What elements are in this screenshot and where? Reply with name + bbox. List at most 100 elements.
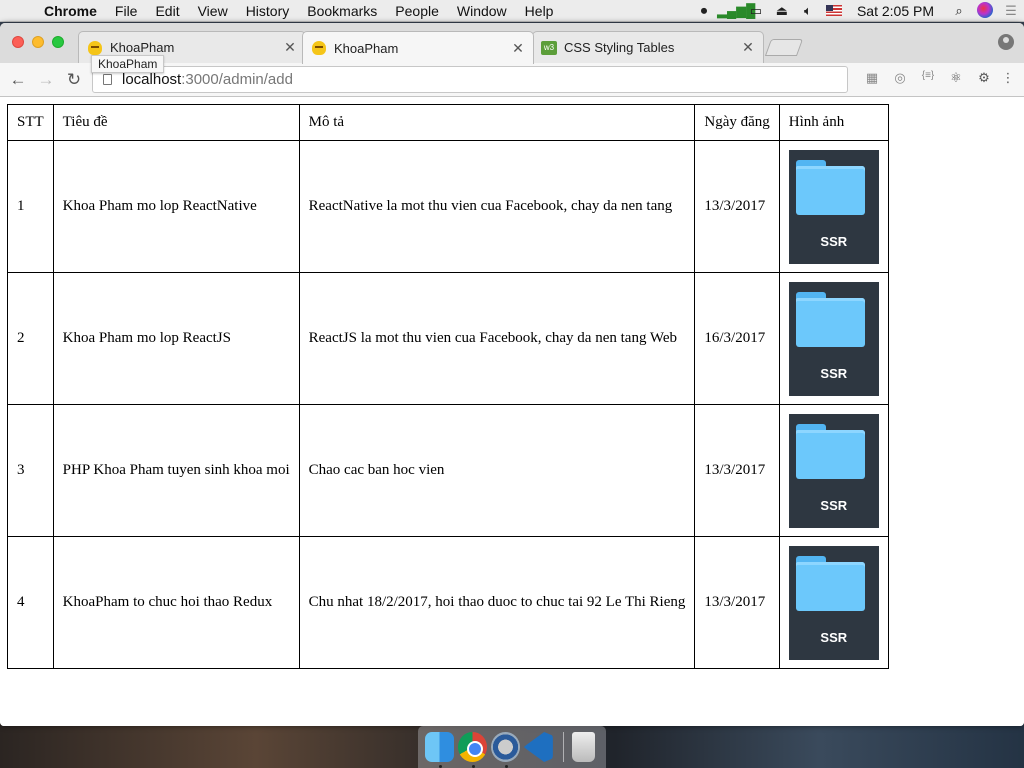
- w3schools-favicon-icon: w3: [541, 40, 557, 56]
- folder-icon: [795, 561, 865, 611]
- page-content: STT Tiêu đề Mô tả Ngày đăng Hình ảnh 1 K…: [0, 97, 1024, 726]
- tab-css-styling-tables[interactable]: w3 CSS Styling Tables ✕: [532, 31, 764, 63]
- thumbnail-label: SSR: [820, 497, 848, 513]
- menu-help[interactable]: Help: [516, 0, 563, 22]
- tab-title: CSS Styling Tables: [564, 40, 675, 55]
- menu-bar: Chrome File Edit View History Bookmarks …: [0, 0, 1024, 22]
- table-row: 2 Khoa Pham mo lop ReactJS ReactJS la mo…: [7, 272, 889, 405]
- menu-window[interactable]: Window: [448, 0, 516, 22]
- page-info-icon[interactable]: [103, 74, 112, 85]
- extension-icons: ▦ ◎ {≡} ⚛ ⚙ ⋮: [858, 70, 1018, 86]
- cell-date: 13/3/2017: [694, 536, 780, 669]
- extension-molecule-icon[interactable]: ⚛: [942, 70, 970, 86]
- tab-khoapham-2[interactable]: KhoaPham ✕: [302, 31, 534, 64]
- url-path: :3000/admin/add: [181, 71, 293, 88]
- cell-stt: 3: [7, 404, 54, 537]
- table-row: 3 PHP Khoa Pham tuyen sinh khoa moi Chao…: [7, 404, 889, 537]
- cell-title: Khoa Pham mo lop ReactNative: [52, 140, 300, 273]
- new-tab-button[interactable]: [764, 39, 804, 56]
- khoapham-favicon-icon: [87, 40, 103, 56]
- airplay-icon[interactable]: ▭: [743, 3, 769, 19]
- thumbnail-label: SSR: [820, 233, 848, 249]
- extension-circle-icon[interactable]: ◎: [886, 70, 914, 86]
- cell-description: ReactNative la mot thu vien cua Facebook…: [298, 140, 696, 273]
- thumbnail-label: SSR: [820, 629, 848, 645]
- signal-bars-icon[interactable]: ▂▄▆█: [717, 3, 755, 19]
- cell-date: 16/3/2017: [694, 272, 780, 405]
- back-arrow-icon[interactable]: ←: [4, 70, 32, 90]
- header-date: Ngày đăng: [694, 104, 780, 141]
- notification-center-icon[interactable]: ☰: [998, 3, 1024, 19]
- menu-history[interactable]: History: [237, 0, 299, 22]
- finder-icon[interactable]: [425, 732, 454, 768]
- cell-description: ReactJS la mot thu vien cua Facebook, ch…: [298, 272, 696, 405]
- cell-image: SSR: [778, 140, 889, 273]
- eject-icon[interactable]: ⏏: [769, 3, 795, 19]
- table-row: 1 Khoa Pham mo lop ReactNative ReactNati…: [7, 140, 889, 273]
- menu-edit[interactable]: Edit: [146, 0, 188, 22]
- tab-close-icon[interactable]: ✕: [283, 39, 297, 56]
- cell-image: SSR: [778, 272, 889, 405]
- browser-window: KhoaPham ✕ KhoaPham ✕ w3 CSS Styling Tab…: [0, 23, 1024, 726]
- screen-record-icon[interactable]: ⏺: [691, 3, 717, 19]
- address-bar[interactable]: localhost:3000/admin/add: [92, 66, 848, 93]
- menu-view[interactable]: View: [189, 0, 237, 22]
- menu-people[interactable]: People: [386, 0, 448, 22]
- chrome-icon[interactable]: [457, 732, 487, 768]
- quicktime-icon[interactable]: [490, 732, 520, 768]
- extension-film-icon[interactable]: ⚙: [970, 70, 998, 86]
- status-area: ⏺ ▂▄▆█ ▭ ⏏ 🔈︎ Sat 2:05 PM ⌕ ☰: [691, 0, 1024, 22]
- window-close-button[interactable]: [12, 36, 24, 48]
- thumbnail-label: SSR: [820, 365, 848, 381]
- tab-title: KhoaPham: [334, 40, 399, 56]
- profile-icon[interactable]: [998, 34, 1014, 50]
- khoapham-favicon-icon: [311, 40, 327, 56]
- extension-grid-icon[interactable]: ▦: [858, 70, 886, 86]
- cell-image: SSR: [778, 404, 889, 537]
- cell-stt: 1: [7, 140, 54, 273]
- menu-file[interactable]: File: [106, 0, 147, 22]
- cell-date: 13/3/2017: [694, 404, 780, 537]
- window-maximize-button[interactable]: [52, 36, 64, 48]
- trash-icon[interactable]: [571, 732, 596, 762]
- reload-icon[interactable]: ↻: [60, 70, 88, 90]
- cell-description: Chao cac ban hoc vien: [298, 404, 696, 537]
- header-description: Mô tả: [298, 104, 696, 141]
- folder-icon: [795, 297, 865, 347]
- input-source-flag-icon[interactable]: [821, 4, 847, 19]
- window-minimize-button[interactable]: [32, 36, 44, 48]
- cell-description: Chu nhat 18/2/2017, hoi thao duoc to chu…: [298, 536, 696, 669]
- url-host: localhost: [122, 71, 182, 88]
- menu-app-name[interactable]: Chrome: [38, 0, 106, 22]
- cell-title: Khoa Pham mo lop ReactJS: [52, 272, 300, 405]
- dock: [418, 726, 606, 768]
- menu-bookmarks[interactable]: Bookmarks: [298, 0, 386, 22]
- extension-json-icon[interactable]: {≡}: [914, 70, 942, 86]
- tab-close-icon[interactable]: ✕: [741, 39, 755, 56]
- header-title: Tiêu đề: [52, 104, 300, 141]
- menu-clock[interactable]: Sat 2:05 PM: [847, 3, 946, 19]
- tab-title: KhoaPham: [110, 40, 175, 55]
- table-header-row: STT Tiêu đề Mô tả Ngày đăng Hình ảnh: [7, 104, 889, 141]
- tab-close-icon[interactable]: ✕: [511, 40, 525, 57]
- folder-thumbnail-image: SSR: [788, 149, 879, 264]
- forward-arrow-icon[interactable]: →: [32, 70, 60, 90]
- vscode-icon[interactable]: [523, 732, 553, 762]
- spotlight-search-icon[interactable]: ⌕: [946, 3, 972, 19]
- cell-stt: 2: [7, 272, 54, 405]
- tab-tooltip: KhoaPham: [91, 55, 165, 73]
- chrome-menu-icon[interactable]: ⋮: [998, 70, 1018, 86]
- header-image: Hình ảnh: [778, 104, 889, 141]
- cell-date: 13/3/2017: [694, 140, 780, 273]
- folder-thumbnail-image: SSR: [788, 281, 879, 396]
- folder-icon: [795, 165, 865, 215]
- folder-thumbnail-image: SSR: [788, 545, 879, 660]
- dock-separator: [562, 732, 564, 762]
- cell-title: PHP Khoa Pham tuyen sinh khoa moi: [52, 404, 300, 537]
- folder-thumbnail-image: SSR: [788, 413, 879, 528]
- volume-icon[interactable]: 🔈︎: [795, 3, 821, 19]
- cell-image: SSR: [778, 536, 889, 669]
- news-table: STT Tiêu đề Mô tả Ngày đăng Hình ảnh 1 K…: [7, 104, 889, 669]
- header-stt: STT: [7, 104, 54, 141]
- siri-icon[interactable]: [972, 1, 998, 21]
